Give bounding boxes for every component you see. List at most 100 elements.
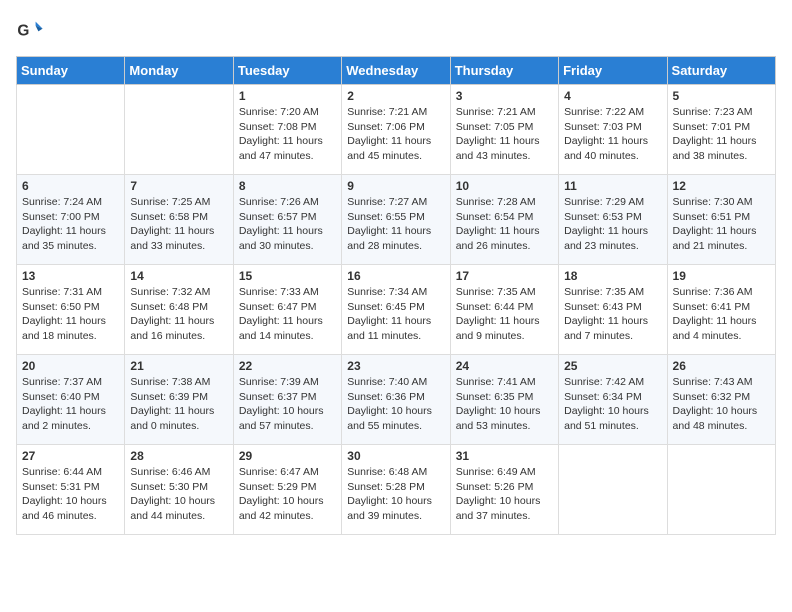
calendar-cell: [17, 85, 125, 175]
day-number: 21: [130, 359, 227, 373]
calendar-cell: 25Sunrise: 7:42 AM Sunset: 6:34 PM Dayli…: [559, 355, 667, 445]
day-content: Sunrise: 7:30 AM Sunset: 6:51 PM Dayligh…: [673, 195, 770, 254]
calendar-cell: 16 Sunrise: 7:34 AM Sunset: 6:45 PM Dayli…: [342, 265, 450, 355]
column-header-saturday: Saturday: [667, 57, 775, 85]
day-content: Sunrise: 7:27 AM Sunset: 6:55 PM Dayligh…: [347, 195, 444, 254]
calendar-cell: 18Sunrise: 7:35 AM Sunset: 6:43 PM Dayli…: [559, 265, 667, 355]
logo-icon: G: [16, 16, 44, 44]
column-header-thursday: Thursday: [450, 57, 558, 85]
calendar-cell: 26 Sunrise: 7:43 AM Sunset: 6:32 PM Dayli…: [667, 355, 775, 445]
week-row-3: 13 Sunrise: 7:31 AM Sunset: 6:50 PM Dayli…: [17, 265, 776, 355]
day-number: 8: [239, 179, 336, 193]
day-number: 30: [347, 449, 444, 463]
calendar-cell: 22 Sunrise: 7:39 AM Sunset: 6:37 PM Dayli…: [233, 355, 341, 445]
calendar-cell: 31Sunrise: 6:49 AM Sunset: 5:26 PM Dayli…: [450, 445, 558, 535]
week-row-4: 20 Sunrise: 7:37 AM Sunset: 6:40 PM Dayli…: [17, 355, 776, 445]
day-content: Sunrise: 7:24 AM Sunset: 7:00 PM Dayligh…: [22, 195, 119, 254]
column-header-sunday: Sunday: [17, 57, 125, 85]
week-row-2: 6 Sunrise: 7:24 AM Sunset: 7:00 PM Daylig…: [17, 175, 776, 265]
page-header: G: [16, 16, 776, 44]
day-number: 24: [456, 359, 553, 373]
day-number: 2: [347, 89, 444, 103]
calendar-cell: 21 Sunrise: 7:38 AM Sunset: 6:39 PM Dayli…: [125, 355, 233, 445]
calendar-cell: 20 Sunrise: 7:37 AM Sunset: 6:40 PM Dayli…: [17, 355, 125, 445]
calendar-cell: 17 Sunrise: 7:35 AM Sunset: 6:44 PM Dayli…: [450, 265, 558, 355]
calendar-header-row: SundayMondayTuesdayWednesdayThursdayFrid…: [17, 57, 776, 85]
day-number: 20: [22, 359, 119, 373]
calendar-table: SundayMondayTuesdayWednesdayThursdayFrid…: [16, 56, 776, 535]
day-content: Sunrise: 7:37 AM Sunset: 6:40 PM Dayligh…: [22, 375, 119, 434]
day-number: 29: [239, 449, 336, 463]
day-number: 6: [22, 179, 119, 193]
column-header-friday: Friday: [559, 57, 667, 85]
day-number: 9: [347, 179, 444, 193]
logo: G: [16, 16, 48, 44]
day-content: Sunrise: 7:28 AM Sunset: 6:54 PM Dayligh…: [456, 195, 553, 254]
svg-text:G: G: [17, 23, 29, 40]
day-number: 17: [456, 269, 553, 283]
day-number: 13: [22, 269, 119, 283]
day-content: Sunrise: 6:47 AM Sunset: 5:29 PM Dayligh…: [239, 465, 336, 524]
calendar-cell: 1 Sunrise: 7:20 AM Sunset: 7:08 PM Daylig…: [233, 85, 341, 175]
calendar-cell: 3 Sunrise: 7:21 AM Sunset: 7:05 PM Daylig…: [450, 85, 558, 175]
day-content: Sunrise: 7:43 AM Sunset: 6:32 PM Dayligh…: [673, 375, 770, 434]
day-number: 28: [130, 449, 227, 463]
day-number: 11: [564, 179, 661, 193]
calendar-cell: 28 Sunrise: 6:46 AM Sunset: 5:30 PM Dayli…: [125, 445, 233, 535]
day-content: Sunrise: 7:41 AM Sunset: 6:35 PM Dayligh…: [456, 375, 553, 434]
day-content: Sunrise: 7:26 AM Sunset: 6:57 PM Dayligh…: [239, 195, 336, 254]
day-content: Sunrise: 7:34 AM Sunset: 6:45 PM Dayligh…: [347, 285, 444, 344]
calendar-cell: 2 Sunrise: 7:21 AM Sunset: 7:06 PM Daylig…: [342, 85, 450, 175]
day-content: Sunrise: 7:35 AM Sunset: 6:44 PM Dayligh…: [456, 285, 553, 344]
day-content: Sunrise: 7:42 AM Sunset: 6:34 PM Dayligh…: [564, 375, 661, 434]
calendar-cell: 6 Sunrise: 7:24 AM Sunset: 7:00 PM Daylig…: [17, 175, 125, 265]
column-header-monday: Monday: [125, 57, 233, 85]
day-number: 15: [239, 269, 336, 283]
calendar-cell: 30 Sunrise: 6:48 AM Sunset: 5:28 PM Dayli…: [342, 445, 450, 535]
day-number: 19: [673, 269, 770, 283]
day-content: Sunrise: 7:22 AM Sunset: 7:03 PM Dayligh…: [564, 105, 661, 164]
column-header-tuesday: Tuesday: [233, 57, 341, 85]
calendar-cell: [125, 85, 233, 175]
day-content: Sunrise: 7:31 AM Sunset: 6:50 PM Dayligh…: [22, 285, 119, 344]
day-content: Sunrise: 7:23 AM Sunset: 7:01 PM Dayligh…: [673, 105, 770, 164]
day-content: Sunrise: 7:21 AM Sunset: 7:06 PM Dayligh…: [347, 105, 444, 164]
day-content: Sunrise: 7:32 AM Sunset: 6:48 PM Dayligh…: [130, 285, 227, 344]
calendar-cell: [559, 445, 667, 535]
calendar-cell: 9 Sunrise: 7:27 AM Sunset: 6:55 PM Daylig…: [342, 175, 450, 265]
calendar-cell: 13 Sunrise: 7:31 AM Sunset: 6:50 PM Dayli…: [17, 265, 125, 355]
day-content: Sunrise: 6:48 AM Sunset: 5:28 PM Dayligh…: [347, 465, 444, 524]
calendar-cell: 14Sunrise: 7:32 AM Sunset: 6:48 PM Dayli…: [125, 265, 233, 355]
day-number: 26: [673, 359, 770, 373]
day-content: Sunrise: 6:46 AM Sunset: 5:30 PM Dayligh…: [130, 465, 227, 524]
day-content: Sunrise: 6:44 AM Sunset: 5:31 PM Dayligh…: [22, 465, 119, 524]
calendar-cell: 24 Sunrise: 7:41 AM Sunset: 6:35 PM Dayli…: [450, 355, 558, 445]
day-number: 22: [239, 359, 336, 373]
week-row-1: 1 Sunrise: 7:20 AM Sunset: 7:08 PM Daylig…: [17, 85, 776, 175]
day-number: 12: [673, 179, 770, 193]
day-content: Sunrise: 7:33 AM Sunset: 6:47 PM Dayligh…: [239, 285, 336, 344]
calendar-cell: 11 Sunrise: 7:29 AM Sunset: 6:53 PM Dayli…: [559, 175, 667, 265]
day-content: Sunrise: 7:21 AM Sunset: 7:05 PM Dayligh…: [456, 105, 553, 164]
day-content: Sunrise: 7:40 AM Sunset: 6:36 PM Dayligh…: [347, 375, 444, 434]
day-content: Sunrise: 7:20 AM Sunset: 7:08 PM Dayligh…: [239, 105, 336, 164]
calendar-cell: 27 Sunrise: 6:44 AM Sunset: 5:31 PM Dayli…: [17, 445, 125, 535]
day-number: 31: [456, 449, 553, 463]
calendar-cell: 10Sunrise: 7:28 AM Sunset: 6:54 PM Dayli…: [450, 175, 558, 265]
calendar-cell: 12 Sunrise: 7:30 AM Sunset: 6:51 PM Dayli…: [667, 175, 775, 265]
calendar-cell: 8 Sunrise: 7:26 AM Sunset: 6:57 PM Daylig…: [233, 175, 341, 265]
day-number: 27: [22, 449, 119, 463]
day-number: 3: [456, 89, 553, 103]
day-number: 1: [239, 89, 336, 103]
day-content: Sunrise: 7:38 AM Sunset: 6:39 PM Dayligh…: [130, 375, 227, 434]
calendar-cell: 19 Sunrise: 7:36 AM Sunset: 6:41 PM Dayli…: [667, 265, 775, 355]
day-number: 23: [347, 359, 444, 373]
calendar-cell: 29 Sunrise: 6:47 AM Sunset: 5:29 PM Dayli…: [233, 445, 341, 535]
calendar-cell: 7Sunrise: 7:25 AM Sunset: 6:58 PM Daylig…: [125, 175, 233, 265]
day-content: Sunrise: 7:29 AM Sunset: 6:53 PM Dayligh…: [564, 195, 661, 254]
day-number: 16: [347, 269, 444, 283]
day-content: Sunrise: 7:36 AM Sunset: 6:41 PM Dayligh…: [673, 285, 770, 344]
day-number: 7: [130, 179, 227, 193]
day-content: Sunrise: 7:39 AM Sunset: 6:37 PM Dayligh…: [239, 375, 336, 434]
day-number: 5: [673, 89, 770, 103]
